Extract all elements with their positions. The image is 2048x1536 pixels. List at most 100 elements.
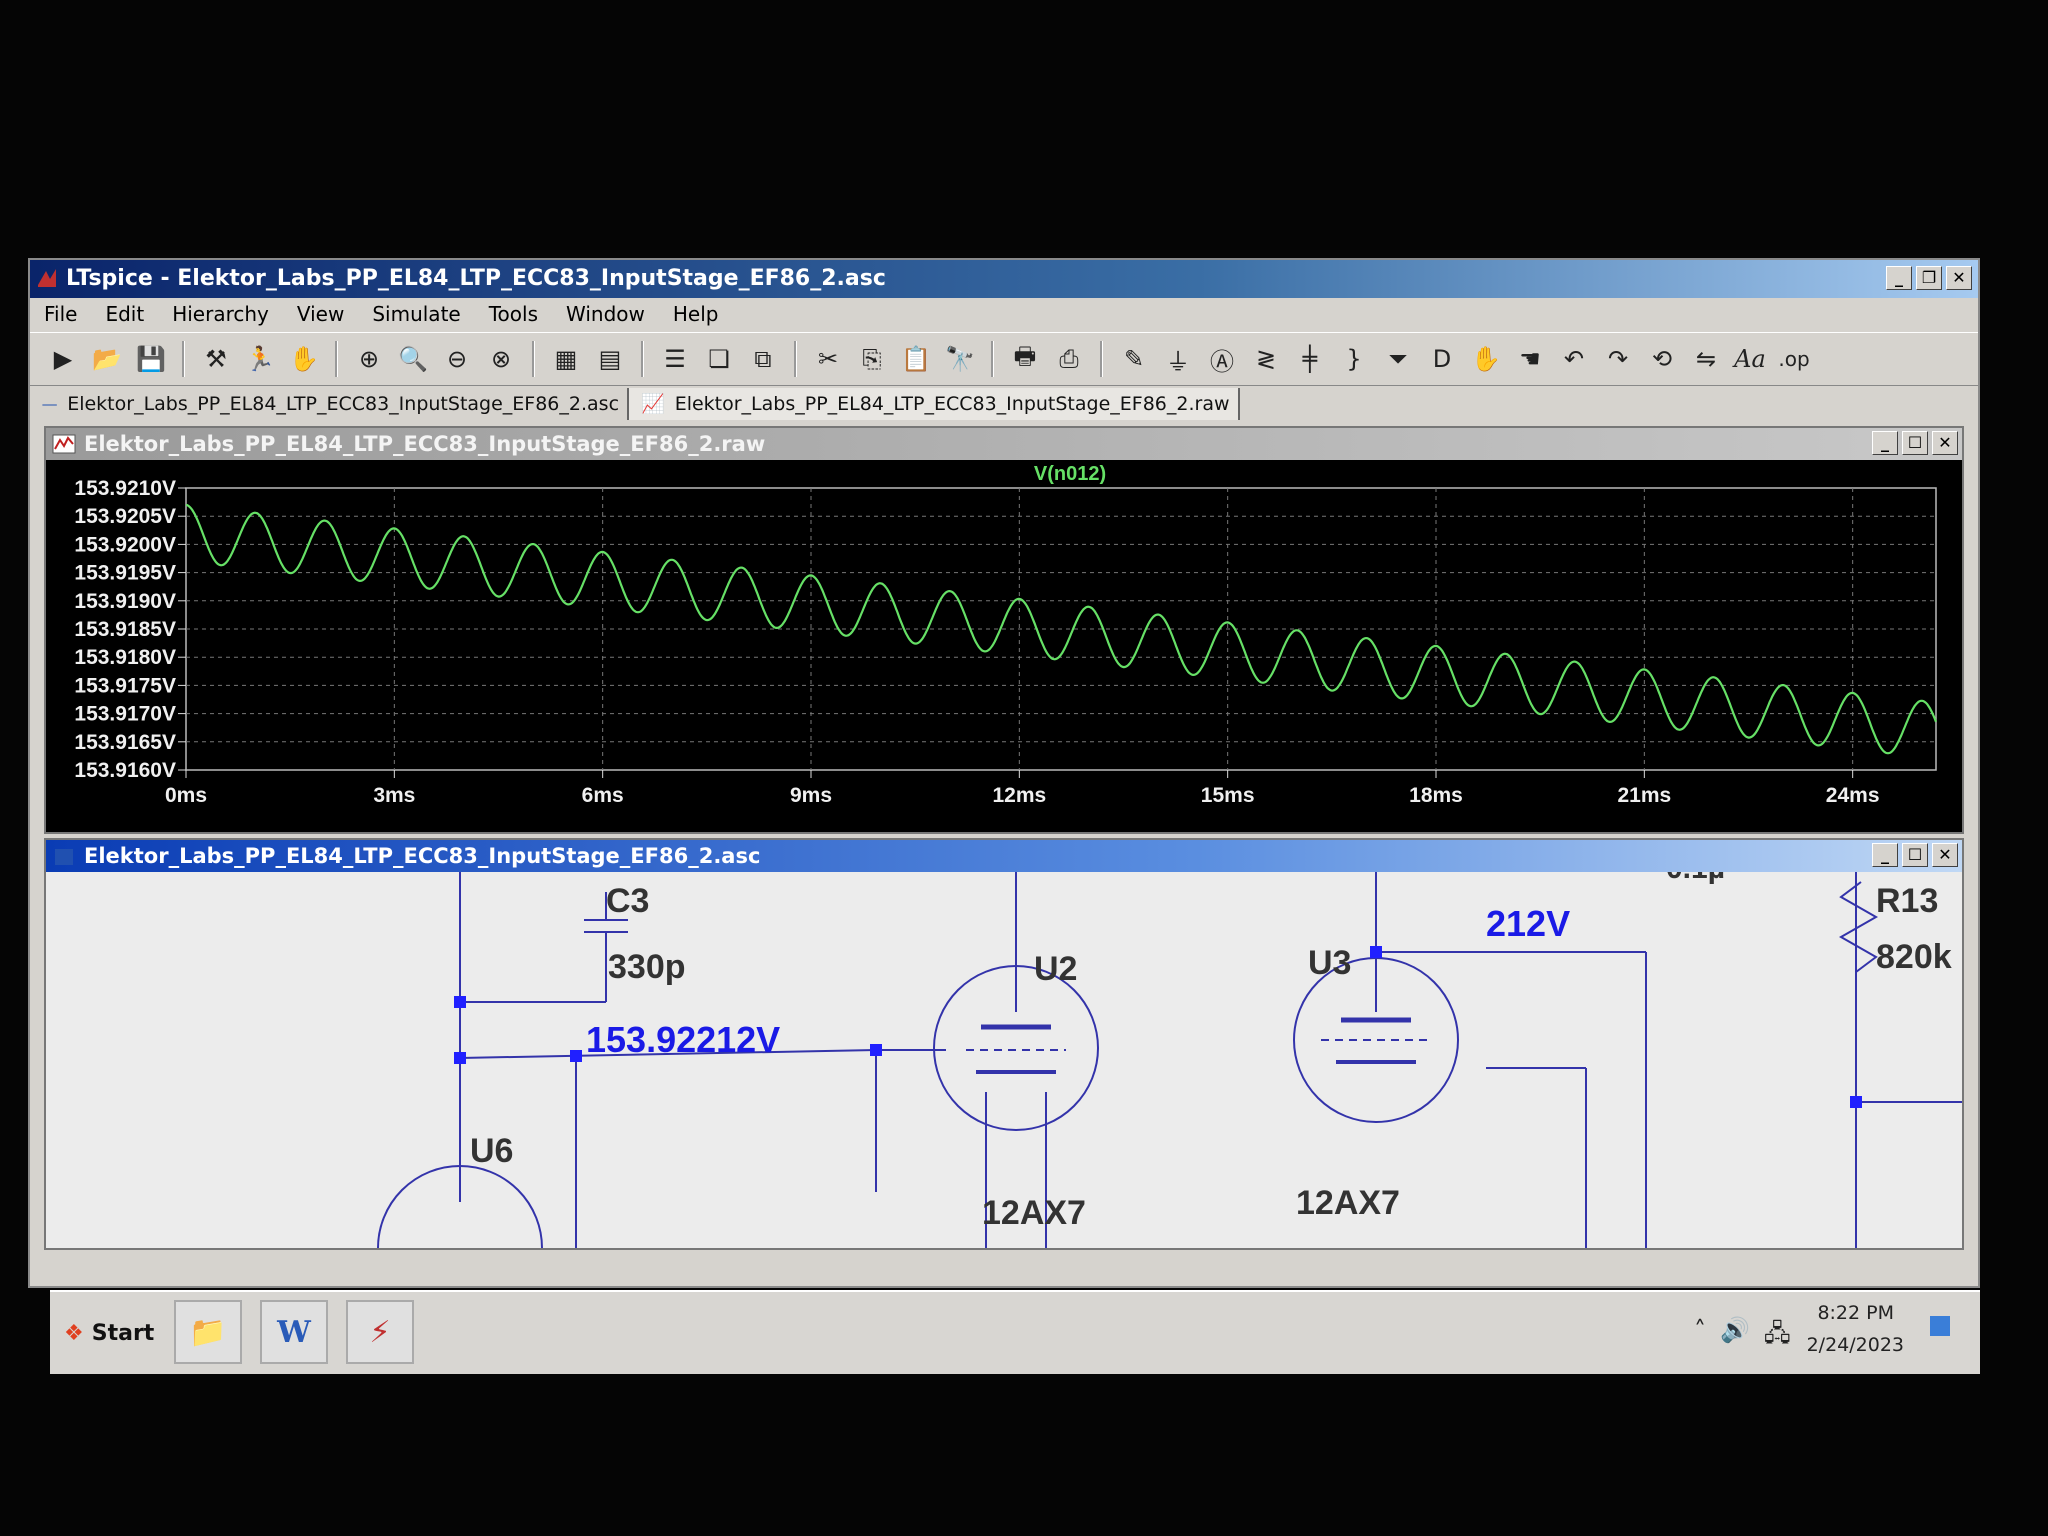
zoom-in-icon[interactable]: ⊕ <box>350 340 388 378</box>
u2-name[interactable]: U2 <box>1034 950 1077 988</box>
ltspice-taskbar-button[interactable]: ⚡ <box>346 1300 414 1364</box>
open-icon[interactable]: 📂 <box>88 340 126 378</box>
capacitor-icon[interactable]: ╪ <box>1291 340 1329 378</box>
sch-restore-button[interactable]: ☐ <box>1902 843 1928 867</box>
tile-vertical-icon[interactable]: ⧉ <box>744 340 782 378</box>
r13-name[interactable]: R13 <box>1876 882 1938 920</box>
diode-icon[interactable]: ⏷ <box>1379 340 1417 378</box>
spice-directive-icon[interactable]: .op <box>1775 340 1813 378</box>
network-icon[interactable]: 🖧 <box>1764 1316 1791 1357</box>
taskbar: ❖ Start 📁 W ⚡ ˄ 🔊 🖧 8:22 PM 2/24/2023 <box>50 1290 1980 1374</box>
menu-view[interactable]: View <box>283 298 358 330</box>
word-taskbar-button[interactable]: W <box>260 1300 328 1364</box>
plot-minimize-button[interactable]: _ <box>1872 431 1898 455</box>
trace-label[interactable]: V(n012) <box>1034 463 1106 485</box>
show-desktop-icon[interactable] <box>1930 1316 1950 1336</box>
print-preview-icon[interactable]: ⎙ <box>1050 340 1088 378</box>
rotate-icon[interactable]: ⟲ <box>1643 340 1681 378</box>
print-icon[interactable]: 🖶 <box>1006 340 1044 378</box>
close-button[interactable]: ✕ <box>1946 266 1972 290</box>
find-icon[interactable]: 🔭 <box>941 340 979 378</box>
c3-value[interactable]: 330p <box>608 948 686 986</box>
sch-minimize-button[interactable]: _ <box>1872 843 1898 867</box>
paste-icon[interactable]: 📋 <box>897 340 935 378</box>
clock-date[interactable]: 2/24/2023 <box>1807 1334 1904 1356</box>
restore-button[interactable]: ❐ <box>1916 266 1942 290</box>
x-tick-label: 21ms <box>1617 784 1671 807</box>
u3-model[interactable]: 12AX7 <box>1296 1184 1400 1222</box>
schematic-wires <box>377 872 1962 1248</box>
schematic-drawing[interactable]: C3 330p U2 U3 U6 R13 820k 12AX7 12AX7 0.… <box>46 872 1962 1248</box>
menu-simulate[interactable]: Simulate <box>358 298 474 330</box>
u6-name[interactable]: U6 <box>470 1132 513 1170</box>
inductor-icon[interactable]: } <box>1335 340 1373 378</box>
zoom-area-icon[interactable]: 🔍 <box>394 340 432 378</box>
schematic-window[interactable]: Elektor_Labs_PP_EL84_LTP_ECC83_InputStag… <box>44 838 1964 1250</box>
plot-close-button[interactable]: ✕ <box>1932 431 1958 455</box>
u3-name[interactable]: U3 <box>1308 944 1351 982</box>
y-tick-label: 153.9175V <box>74 674 176 697</box>
y-tick-label: 153.9210V <box>74 477 176 500</box>
r13-value[interactable]: 820k <box>1876 938 1952 976</box>
tile-horizontal-icon[interactable]: ☰ <box>656 340 694 378</box>
menu-window[interactable]: Window <box>552 298 659 330</box>
show-hidden-icons-icon[interactable]: ˄ <box>1694 1316 1706 1357</box>
mirror-icon[interactable]: ⇋ <box>1687 340 1725 378</box>
partial-capacitor-value[interactable]: 0.1µ <box>1666 872 1725 885</box>
cascade-icon[interactable]: ❏ <box>700 340 738 378</box>
tab-waveform[interactable]: 📈 Elektor_Labs_PP_EL84_LTP_ECC83_InputSt… <box>629 388 1240 420</box>
wire-icon[interactable]: ✎ <box>1115 340 1153 378</box>
menu-file[interactable]: File <box>30 298 91 330</box>
y-tick-label: 153.9205V <box>74 505 176 528</box>
tab-schematic[interactable]: ⏤ Elektor_Labs_PP_EL84_LTP_ECC83_InputSt… <box>30 388 630 420</box>
control-panel-icon[interactable]: ⚒ <box>197 340 235 378</box>
menu-hierarchy[interactable]: Hierarchy <box>158 298 283 330</box>
halt-icon[interactable]: 🏃 <box>241 340 279 378</box>
tab-waveform-label: Elektor_Labs_PP_EL84_LTP_ECC83_InputStag… <box>674 393 1230 415</box>
menu-tools[interactable]: Tools <box>475 298 552 330</box>
menu-edit[interactable]: Edit <box>91 298 158 330</box>
clock-time[interactable]: 8:22 PM <box>1817 1302 1894 1324</box>
menu-bar: File Edit Hierarchy View Simulate Tools … <box>30 298 1978 330</box>
menu-help[interactable]: Help <box>659 298 733 330</box>
zoom-fit-icon[interactable]: ⊗ <box>482 340 520 378</box>
save-icon[interactable]: 💾 <box>132 340 170 378</box>
ground-icon[interactable]: ⏚ <box>1159 340 1197 378</box>
title-bar[interactable]: LTspice - Elektor_Labs_PP_EL84_LTP_ECC83… <box>30 260 1978 298</box>
volume-icon[interactable]: 🔊 <box>1720 1316 1750 1357</box>
waveform-window-icon <box>52 434 76 454</box>
plot-pane[interactable]: 153.9210V 153.9205V 153.9200V 153.9195V 153.… <box>46 460 1962 832</box>
copy-icon[interactable]: ⎘ <box>853 340 891 378</box>
drag-icon[interactable]: ☚ <box>1511 340 1549 378</box>
node-voltage-label[interactable]: 153.92212V <box>586 1019 780 1060</box>
explorer-taskbar-button[interactable]: 📁 <box>174 1300 242 1364</box>
c3-name[interactable]: C3 <box>606 882 649 920</box>
minimize-button[interactable]: _ <box>1886 266 1912 290</box>
component-icon[interactable]: D <box>1423 340 1461 378</box>
text-icon[interactable]: Aa <box>1731 340 1769 378</box>
run-icon[interactable]: ▶ <box>44 340 82 378</box>
label-net-icon[interactable]: Ⓐ <box>1203 340 1241 378</box>
node-voltage-label[interactable]: 212V <box>1486 903 1570 944</box>
waveform-window[interactable]: Elektor_Labs_PP_EL84_LTP_ECC83_InputStag… <box>44 426 1964 834</box>
autorange-icon[interactable]: ▦ <box>547 340 585 378</box>
undo-icon[interactable]: ↶ <box>1555 340 1593 378</box>
y-tick-label: 153.9185V <box>74 618 176 641</box>
start-button[interactable]: ❖ Start <box>64 1306 160 1360</box>
resistor-icon[interactable]: ≷ <box>1247 340 1285 378</box>
sch-close-button[interactable]: ✕ <box>1932 843 1958 867</box>
waveform-plot[interactable]: 153.9210V 153.9205V 153.9200V 153.9195V 153.… <box>46 460 1966 832</box>
zoom-out-icon[interactable]: ⊖ <box>438 340 476 378</box>
move-icon[interactable]: ✋ <box>1467 340 1505 378</box>
pan-icon[interactable]: ✋ <box>285 340 323 378</box>
redo-icon[interactable]: ↷ <box>1599 340 1637 378</box>
word-icon: W <box>277 1314 311 1350</box>
cut-icon[interactable]: ✂ <box>809 340 847 378</box>
plot-restore-button[interactable]: ☐ <box>1902 431 1928 455</box>
schematic-window-titlebar[interactable]: Elektor_Labs_PP_EL84_LTP_ECC83_InputStag… <box>46 840 1962 872</box>
u2-model[interactable]: 12AX7 <box>982 1194 1086 1232</box>
grid-icon[interactable]: ▤ <box>591 340 629 378</box>
waveform-window-titlebar[interactable]: Elektor_Labs_PP_EL84_LTP_ECC83_InputStag… <box>46 428 1962 460</box>
y-tick-label: 153.9165V <box>74 731 176 754</box>
schematic-canvas[interactable]: C3 330p U2 U3 U6 R13 820k 12AX7 12AX7 0.… <box>46 872 1962 1248</box>
